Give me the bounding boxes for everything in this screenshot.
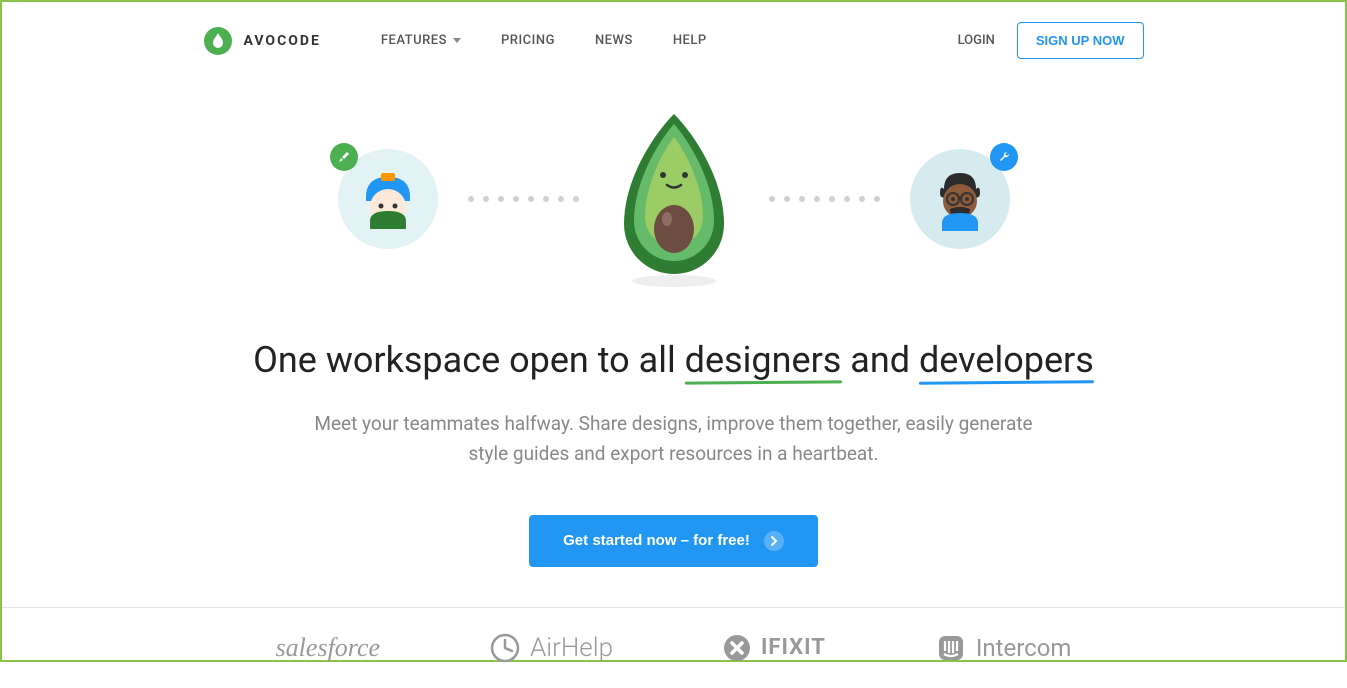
avocado-logo-icon — [204, 27, 232, 55]
nav-features[interactable]: FEATURES — [381, 33, 461, 48]
airhelp-label: AirHelp — [530, 633, 613, 663]
login-link[interactable]: LOGIN — [958, 33, 995, 48]
signup-button[interactable]: SIGN UP NOW — [1017, 22, 1144, 59]
ifixit-label: IFIXIT — [761, 635, 826, 660]
brush-badge-icon — [330, 143, 358, 171]
hero-headline: One workspace open to all designers and … — [2, 339, 1345, 381]
nav-pricing[interactable]: PRICING — [501, 33, 555, 48]
logo[interactable]: AVOCODE — [204, 27, 321, 55]
avocado-icon — [609, 109, 739, 289]
wrench-badge-icon — [990, 143, 1018, 171]
connector-dots-right — [769, 196, 880, 202]
hero-section: One workspace open to all designers and … — [2, 79, 1345, 567]
intercom-icon — [936, 633, 966, 663]
developer-avatar — [910, 149, 1010, 249]
header-right: LOGIN SIGN UP NOW — [958, 22, 1144, 59]
nav-news[interactable]: NEWS — [595, 33, 633, 48]
main-nav: FEATURES PRICING NEWS HELP — [381, 33, 707, 48]
logo-airhelp: AirHelp — [490, 633, 613, 663]
headline-designers: designers — [685, 339, 842, 381]
airhelp-icon — [490, 633, 520, 663]
designer-avatar — [338, 149, 438, 249]
headline-pre: One workspace open to all — [253, 339, 685, 381]
customer-logos: salesforce AirHelp IFIXIT Intercom — [2, 607, 1345, 688]
logo-salesforce: salesforce — [276, 633, 380, 663]
logo-intercom: Intercom — [936, 633, 1072, 663]
headline-developers: developers — [919, 339, 1094, 381]
logo-ifixit: IFIXIT — [723, 634, 826, 662]
intercom-label: Intercom — [976, 634, 1072, 662]
cta-label: Get started now – for free! — [563, 532, 750, 549]
headline-and: and — [841, 339, 919, 381]
hero-illustration — [2, 109, 1345, 289]
arrow-right-icon — [764, 531, 784, 551]
nav-help[interactable]: HELP — [673, 33, 707, 48]
get-started-button[interactable]: Get started now – for free! — [529, 515, 818, 567]
hero-subhead: Meet your teammates halfway. Share desig… — [314, 409, 1034, 470]
ifixit-icon — [723, 634, 751, 662]
chevron-down-icon — [453, 38, 461, 43]
nav-features-label: FEATURES — [381, 33, 447, 48]
main-header: AVOCODE FEATURES PRICING NEWS HELP LOGIN… — [204, 2, 1144, 79]
connector-dots-left — [468, 196, 579, 202]
logo-text: AVOCODE — [244, 33, 321, 49]
